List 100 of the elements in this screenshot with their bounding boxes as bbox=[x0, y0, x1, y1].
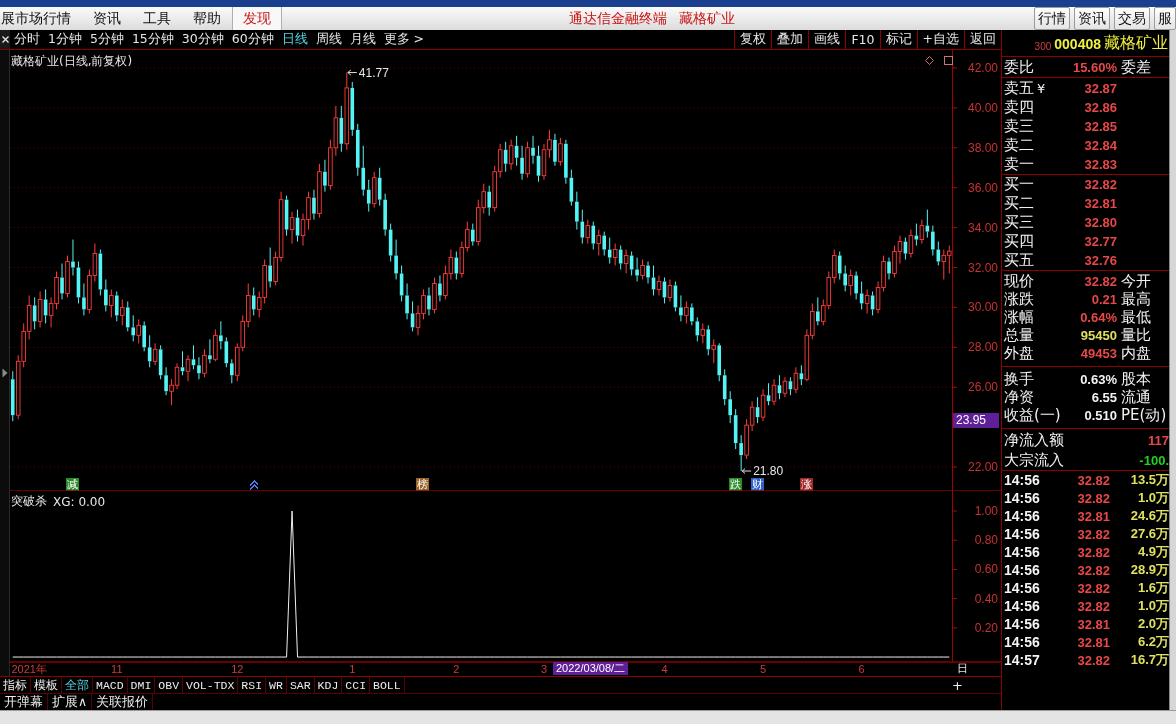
menu-item[interactable]: 展市场行情 bbox=[0, 7, 82, 30]
period-tab[interactable]: 分时 bbox=[10, 30, 44, 49]
period-tab[interactable]: 15分钟 bbox=[127, 30, 178, 49]
bid-price: 32.80 bbox=[1083, 215, 1117, 230]
candlestick bbox=[679, 294, 683, 322]
indicator-axis-label: 0.40 bbox=[974, 591, 998, 606]
price-axis-label: 32.00 bbox=[967, 260, 998, 275]
price-axis-label: 42.00 bbox=[967, 60, 998, 75]
candlestick bbox=[383, 193, 387, 237]
price-axis-label: 22.00 bbox=[967, 460, 998, 475]
candlestick bbox=[667, 278, 673, 302]
candlestick bbox=[125, 300, 130, 332]
candlestick bbox=[208, 338, 212, 364]
indicator-tab[interactable]: WR bbox=[266, 677, 287, 693]
ask-price: 32.85 bbox=[1083, 119, 1117, 134]
extreme-price-label: 41.77 bbox=[358, 65, 389, 80]
quote-value: 32.82 bbox=[1083, 273, 1117, 289]
bid-price: 32.77 bbox=[1083, 234, 1117, 249]
indicator-tab[interactable]: MACD bbox=[93, 677, 128, 693]
quote-value: 0.21 bbox=[1090, 291, 1117, 307]
top-button[interactable]: 服 bbox=[1154, 7, 1176, 30]
period-label[interactable]: 日 bbox=[957, 662, 968, 675]
period-tab[interactable]: 周线 bbox=[311, 30, 346, 49]
triangle-icon[interactable] bbox=[1, 368, 8, 378]
price-axis-label: 28.00 bbox=[967, 340, 998, 355]
bid-label: 买五 bbox=[1004, 251, 1034, 270]
top-button[interactable]: 资讯 bbox=[1074, 7, 1110, 30]
candlestick bbox=[711, 338, 717, 364]
candlestick bbox=[760, 388, 766, 422]
extreme-price-label: 21.80 bbox=[753, 464, 784, 479]
period-tab[interactable]: 1分钟 bbox=[44, 30, 86, 49]
indicator-tab[interactable]: CCI bbox=[342, 677, 371, 693]
close-button[interactable] bbox=[0, 30, 10, 49]
indicator-tab[interactable]: VOL-TDX bbox=[183, 677, 239, 693]
candlestick bbox=[323, 159, 327, 193]
bid-price: 32.82 bbox=[1083, 177, 1117, 192]
currency-symbol: ¥ bbox=[1037, 81, 1046, 96]
candlestick bbox=[289, 211, 295, 245]
candlestick bbox=[575, 191, 579, 231]
arrow-icon bbox=[741, 468, 752, 475]
candlestick bbox=[350, 81, 355, 137]
candlestick bbox=[142, 320, 146, 352]
date-axis-label: 3 bbox=[540, 663, 548, 675]
indicator-tab[interactable]: BOLL bbox=[370, 677, 405, 693]
quote-label: 现价 bbox=[1004, 271, 1034, 291]
candlestick bbox=[60, 263, 64, 300]
candlestick bbox=[722, 368, 727, 406]
price-axis-label: 26.00 bbox=[967, 380, 998, 395]
trade-time: 14:56 bbox=[1004, 508, 1041, 524]
period-tab[interactable]: 30分钟 bbox=[177, 30, 228, 49]
trade-volume: 27.6万 bbox=[1129, 525, 1169, 543]
menu-item[interactable]: 工具 bbox=[132, 7, 182, 30]
indicator-tab[interactable]: 全部 bbox=[62, 677, 93, 693]
period-tab[interactable]: 日线 bbox=[277, 30, 312, 49]
trade-price: 32.81 bbox=[1076, 634, 1110, 650]
candlestick bbox=[591, 221, 596, 251]
price-axis-label: 36.00 bbox=[967, 180, 998, 195]
quote-label: 净资 bbox=[1004, 387, 1034, 407]
candlestick bbox=[706, 324, 711, 356]
period-tab[interactable]: 月线 bbox=[345, 30, 380, 49]
price-axis-label: 38.00 bbox=[967, 140, 998, 155]
trade-price: 32.82 bbox=[1076, 580, 1110, 596]
trade-time: 14:56 bbox=[1004, 616, 1041, 632]
menu-item[interactable]: 帮助 bbox=[182, 7, 232, 30]
trade-time: 14:56 bbox=[1004, 544, 1041, 560]
flow-label: 净流入额 bbox=[1004, 430, 1064, 450]
quote-value: 6.55 bbox=[1090, 389, 1117, 405]
trade-volume: 1.6万 bbox=[1136, 579, 1169, 597]
candlestick bbox=[164, 366, 168, 396]
candlestick bbox=[837, 251, 842, 280]
menu-item[interactable]: 发现 bbox=[232, 7, 282, 30]
quote-label: 涨幅 bbox=[1004, 307, 1034, 327]
period-tab[interactable]: 更多 > bbox=[379, 30, 429, 49]
candlestick bbox=[793, 366, 799, 394]
menu-item[interactable]: 资讯 bbox=[82, 7, 132, 30]
candlestick bbox=[427, 286, 431, 316]
indicator-tab[interactable]: 指标 bbox=[0, 677, 31, 693]
candlestick bbox=[470, 223, 475, 247]
scrollbar[interactable] bbox=[1169, 30, 1176, 710]
bid-label: 买一 bbox=[1004, 175, 1034, 194]
bid-price: 32.81 bbox=[1083, 196, 1117, 211]
trade-price: 32.82 bbox=[1076, 544, 1110, 560]
window-title: 藏格矿业 bbox=[679, 9, 735, 28]
top-button[interactable]: 行情 bbox=[1034, 7, 1070, 30]
diamond-icon[interactable] bbox=[925, 56, 934, 65]
arrow-icon bbox=[347, 69, 358, 76]
trade-price: 32.81 bbox=[1076, 508, 1110, 524]
candlestick bbox=[361, 145, 366, 197]
candlestick bbox=[508, 139, 514, 171]
trade-time: 14:56 bbox=[1004, 562, 1041, 578]
square-icon[interactable] bbox=[944, 56, 953, 65]
top-button[interactable]: 交易 bbox=[1114, 7, 1150, 30]
date-axis-label: 2021年 bbox=[11, 663, 47, 675]
period-tab[interactable]: 60分钟 bbox=[227, 30, 278, 49]
indicator-tab[interactable]: 模板 bbox=[31, 677, 62, 693]
indicator-tab[interactable]: OBV bbox=[155, 677, 184, 693]
candlestick bbox=[230, 358, 234, 384]
bid-label: 买二 bbox=[1004, 194, 1034, 213]
ask-price: 32.87 bbox=[1083, 81, 1117, 96]
period-tab[interactable]: 5分钟 bbox=[85, 30, 128, 49]
